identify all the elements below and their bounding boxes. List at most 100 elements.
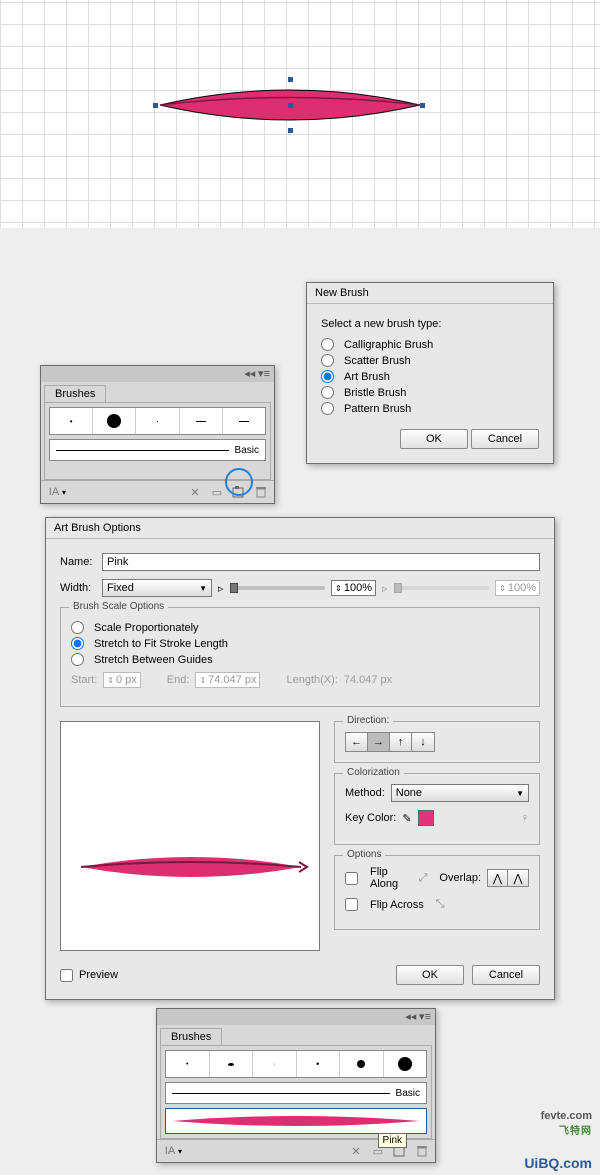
brush-thumb[interactable]: • — [297, 1051, 341, 1077]
dialog-title: New Brush — [307, 283, 553, 304]
stretch-fit-radio[interactable] — [71, 637, 84, 650]
width-slider[interactable] — [230, 586, 326, 590]
direction-left-button[interactable]: ← — [346, 733, 368, 751]
brush-stroke-basic[interactable]: Basic — [49, 439, 266, 461]
options-icon[interactable]: ▭ — [209, 484, 225, 500]
end-value: ⇕74.047 px — [195, 672, 260, 688]
width-mode-select[interactable]: Fixed▼ — [102, 579, 212, 597]
keycolor-label: Key Color: — [345, 812, 396, 824]
direction-right-button[interactable]: → — [368, 733, 390, 751]
direction-label: Direction: — [343, 715, 393, 726]
scatter-brush-radio[interactable] — [321, 354, 334, 367]
trash-icon[interactable] — [414, 1143, 430, 1159]
brush-preview — [60, 721, 320, 951]
brush-thumb[interactable]: · — [136, 408, 179, 434]
flip-across-icon: ⤡ — [436, 898, 445, 911]
pattern-brush-radio[interactable] — [321, 402, 334, 415]
radio-label: Bristle Brush — [344, 387, 406, 399]
canvas-grid — [0, 0, 600, 228]
brush-stroke-pink[interactable] — [165, 1108, 427, 1134]
name-field[interactable] — [102, 553, 540, 571]
scale-proportionately-radio[interactable] — [71, 621, 84, 634]
direction-group: Direction: ← → ↑ ↓ — [334, 721, 540, 763]
brushes-tab[interactable]: Brushes — [44, 385, 106, 402]
options-group: Options Flip Along ⤢ Overlap: ⋀ ⋀ — [334, 855, 540, 930]
ok-button[interactable]: OK — [400, 429, 468, 449]
watermark-bottom: UiBQ.com — [524, 1155, 592, 1171]
panel-rail[interactable]: ◂◂ ▾≡ — [41, 366, 274, 382]
anchor-handle[interactable] — [288, 77, 293, 82]
eyedropper-icon[interactable]: ✎ — [402, 812, 411, 825]
name-label: Name: — [60, 556, 96, 568]
end-label: End: — [167, 674, 190, 686]
method-label: Method: — [345, 787, 385, 799]
brush-thumb[interactable] — [93, 408, 136, 434]
radio-label: Stretch Between Guides — [94, 654, 213, 666]
libraries-menu-icon[interactable]: IA — [162, 1143, 178, 1159]
brushes-tab[interactable]: Brushes — [160, 1028, 222, 1045]
art-brush-radio[interactable] — [321, 370, 334, 383]
overlap-b-button[interactable]: ⋀ — [508, 870, 528, 886]
cancel-button[interactable]: Cancel — [471, 429, 539, 449]
width-value-2: ⇕100% — [495, 580, 540, 596]
anchor-handle[interactable] — [153, 103, 158, 108]
brush-thumb[interactable]: · — [253, 1051, 297, 1077]
brush-thumb[interactable] — [384, 1051, 427, 1077]
brush-thumb[interactable]: • — [166, 1051, 210, 1077]
panel-rail[interactable]: ◂◂ ▾≡ — [157, 1009, 435, 1025]
panel-menu-icon[interactable]: ▾≡ — [258, 368, 270, 380]
new-brush-icon[interactable] — [231, 484, 247, 500]
panel-footer: IA▾ ✕ ▭ — [41, 480, 274, 503]
menu-chevron-icon[interactable]: ▾ — [178, 1147, 182, 1156]
libraries-menu-icon[interactable]: IA — [46, 484, 62, 500]
radio-label: Pattern Brush — [344, 403, 411, 415]
brush-scale-options: Brush Scale Options Scale Proportionatel… — [60, 607, 540, 707]
start-label: Start: — [71, 674, 97, 686]
remove-stroke-icon[interactable]: ✕ — [348, 1143, 364, 1159]
panel-menu-icon[interactable]: ▾≡ — [419, 1011, 431, 1023]
anchor-handle[interactable] — [420, 103, 425, 108]
ok-button[interactable]: OK — [396, 965, 464, 985]
overlap-a-button[interactable]: ⋀ — [488, 870, 508, 886]
radio-label: Scale Proportionately — [94, 622, 199, 634]
tips-icon[interactable]: ♀ — [521, 812, 529, 824]
preview-label: Preview — [79, 969, 118, 981]
anchor-handle[interactable] — [288, 128, 293, 133]
flip-across-label: Flip Across — [370, 899, 424, 911]
brush-thumb[interactable]: • — [50, 408, 93, 434]
direction-buttons: ← → ↑ ↓ — [345, 732, 435, 752]
brush-thumb[interactable] — [223, 408, 265, 434]
bristle-brush-radio[interactable] — [321, 386, 334, 399]
brush-stroke-basic[interactable]: Basic — [165, 1082, 427, 1104]
panel-collapse-icon[interactable]: ◂◂ — [405, 1011, 416, 1023]
direction-up-button[interactable]: ↑ — [390, 733, 412, 751]
preview-checkbox[interactable] — [60, 969, 73, 982]
remove-stroke-icon[interactable]: ✕ — [187, 484, 203, 500]
dialog-title: Art Brush Options — [46, 518, 554, 539]
brush-thumb[interactable] — [180, 408, 223, 434]
cancel-button[interactable]: Cancel — [472, 965, 540, 985]
flip-along-checkbox[interactable] — [345, 872, 358, 885]
panel-collapse-icon[interactable]: ◂◂ — [244, 368, 255, 380]
trash-icon[interactable] — [253, 484, 269, 500]
start-value: ⇕0 px — [103, 672, 141, 688]
brush-thumbnails-row: • · • — [165, 1050, 427, 1078]
flip-along-label: Flip Along — [370, 866, 407, 890]
flip-across-checkbox[interactable] — [345, 898, 358, 911]
width-slider-2 — [394, 586, 490, 590]
scale-legend: Brush Scale Options — [69, 601, 168, 612]
menu-chevron-icon[interactable]: ▾ — [62, 488, 66, 497]
options-label: Options — [343, 849, 385, 860]
keycolor-swatch[interactable] — [418, 810, 434, 826]
brushes-panel-after: ◂◂ ▾≡ Brushes • · • Basic IA▾ ✕ ▭ Pink — [156, 1008, 436, 1163]
brush-thumb[interactable] — [340, 1051, 384, 1077]
brush-shape[interactable] — [155, 75, 425, 135]
calligraphic-brush-radio[interactable] — [321, 338, 334, 351]
radio-label: Scatter Brush — [344, 355, 411, 367]
width-value-1[interactable]: ⇕100% — [331, 580, 376, 596]
direction-down-button[interactable]: ↓ — [412, 733, 434, 751]
stretch-guides-radio[interactable] — [71, 653, 84, 666]
center-handle[interactable] — [288, 103, 293, 108]
method-select[interactable]: None▼ — [391, 784, 529, 802]
brush-thumb[interactable] — [210, 1051, 254, 1077]
